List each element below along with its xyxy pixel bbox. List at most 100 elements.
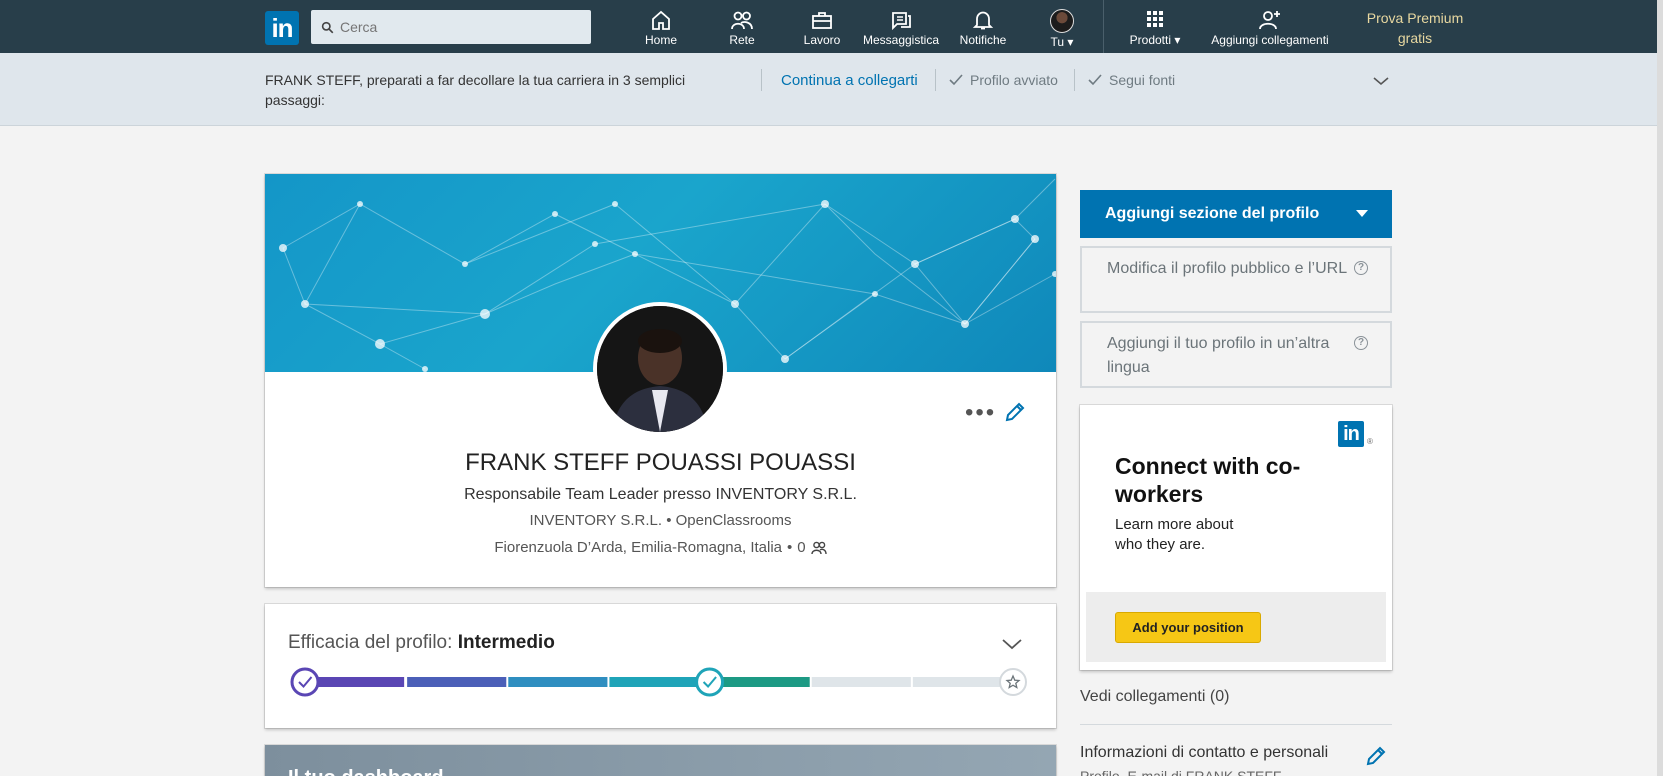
linkedin-logo: in	[1338, 421, 1364, 447]
step-profile-label: Profilo avviato	[970, 72, 1058, 88]
checkpoint-check-icon	[290, 667, 320, 697]
network-icon	[717, 9, 767, 31]
add-language-profile-label: Aggiungi il tuo profilo in un’altra ling…	[1107, 335, 1330, 376]
meter-segment	[305, 677, 405, 687]
connections-count[interactable]: 0	[797, 539, 805, 556]
nav-jobs-label: Lavoro	[803, 33, 841, 47]
messaging-icon	[862, 9, 940, 31]
top-nav: in Home Rete Lavoro Messaggistica Notifi…	[0, 0, 1663, 53]
nav-products[interactable]: Prodotti ▾	[1120, 9, 1190, 53]
meter-segment	[912, 677, 1012, 687]
edit-pencil-icon[interactable]	[1364, 744, 1388, 768]
onboarding-bar: FRANK STEFF, preparati a far decollare l…	[0, 53, 1657, 126]
nav-add-connections-label: Aggiungi collegamenti	[1211, 33, 1329, 47]
chevron-down-icon: ▾	[1171, 33, 1181, 47]
premium-line1: Prova Premium	[1366, 10, 1464, 26]
dashboard-card: Il tuo dashboard	[265, 745, 1056, 776]
profile-location-row: Fiorenzuola D’Arda, Emilia-Romagna, Ital…	[265, 539, 1056, 556]
help-icon[interactable]: ?	[1354, 336, 1368, 350]
profile-company[interactable]: INVENTORY S.R.L.	[529, 512, 662, 529]
nav-jobs[interactable]: Lavoro	[797, 9, 847, 53]
add-profile-section-label: Aggiungi sezione del profilo	[1105, 205, 1320, 222]
nav-network[interactable]: Rete	[717, 9, 767, 53]
avatar	[1050, 9, 1074, 33]
onboarding-text: FRANK STEFF, preparati a far decollare l…	[265, 72, 686, 108]
premium-line2: gratis	[1397, 30, 1433, 46]
connections-icon	[810, 541, 827, 554]
nav-notifications-label: Notifiche	[959, 33, 1007, 47]
add-language-profile-link[interactable]: Aggiungi il tuo profilo in un’altra ling…	[1080, 321, 1392, 388]
nav-home-label: Home	[644, 33, 677, 47]
chevron-down-icon[interactable]	[1373, 76, 1389, 86]
chevron-down-icon[interactable]	[1002, 638, 1022, 650]
goal-star-icon	[999, 668, 1027, 696]
more-options-button[interactable]: •••	[965, 401, 996, 425]
meter-segment	[710, 677, 810, 687]
edit-public-profile-link[interactable]: Modifica il profilo pubblico e l’URL ?	[1080, 246, 1392, 313]
divider	[935, 69, 936, 91]
help-icon[interactable]: ?	[1354, 261, 1368, 275]
profile-meta: INVENTORY S.R.L. • OpenClassrooms	[265, 512, 1056, 529]
bell-icon	[953, 9, 1013, 31]
briefcase-icon	[797, 9, 847, 31]
search-box[interactable]	[311, 10, 591, 44]
contact-info-subtitle: Profilo, E-mail di FRANK STEFF	[1080, 768, 1282, 776]
chevron-down-icon: ▾	[1064, 35, 1074, 49]
grid-icon	[1120, 9, 1190, 31]
check-icon	[1088, 74, 1102, 86]
meter-segment	[811, 677, 911, 687]
profile-location: Fiorenzuola D’Arda, Emilia-Romagna, Ital…	[494, 539, 782, 556]
add-person-icon	[1200, 9, 1340, 31]
profile-card: ••• FRANK STEFF POUASSI POUASSI Responsa…	[265, 174, 1056, 587]
profile-headline: Responsabile Team Leader presso INVENTOR…	[464, 486, 857, 503]
ad-card[interactable]: in ® Connect with co-workers Learn more …	[1080, 405, 1392, 670]
add-profile-section-button[interactable]: Aggiungi sezione del profilo	[1080, 190, 1392, 238]
nav-home[interactable]: Home	[636, 9, 686, 53]
check-icon	[949, 74, 963, 86]
continue-connecting-link[interactable]: Continua a collegarti	[781, 72, 918, 89]
meter-segment	[609, 677, 709, 687]
ad-subtitle: Learn more about who they are.	[1115, 516, 1234, 553]
edit-public-profile-label: Modifica il profilo pubblico e l’URL	[1107, 260, 1348, 277]
search-input[interactable]	[340, 19, 580, 35]
profile-name: FRANK STEFF POUASSI POUASSI	[465, 449, 856, 476]
profile-strength-card: Efficacia del profilo: Intermedio	[265, 604, 1056, 728]
profile-strength-meter	[290, 667, 1027, 697]
profile-strength-label: Efficacia del profilo:	[288, 632, 458, 653]
contact-info-title: Informazioni di contatto e personali	[1080, 744, 1329, 761]
portrait	[597, 306, 723, 432]
separator: •	[666, 512, 672, 529]
step-profile-started[interactable]: Profilo avviato	[948, 72, 1058, 88]
nav-messaging[interactable]: Messaggistica	[862, 9, 940, 53]
edit-pencil-icon[interactable]	[1003, 400, 1027, 424]
home-icon	[636, 9, 686, 31]
nav-network-label: Rete	[729, 33, 755, 47]
ad-title: Connect with co-workers	[1115, 453, 1301, 507]
nav-messaging-label: Messaggistica	[862, 33, 940, 47]
nav-add-connections[interactable]: Aggiungi collegamenti	[1200, 9, 1340, 53]
profile-photo[interactable]	[593, 302, 727, 436]
caret-down-icon	[1356, 210, 1368, 217]
linkedin-logo[interactable]: in	[265, 11, 299, 45]
dashboard-title: Il tuo dashboard	[288, 767, 444, 776]
meter-segment	[407, 677, 507, 687]
registered-mark: ®	[1367, 437, 1373, 446]
nav-me-label: Tu	[1050, 35, 1065, 49]
checkpoint-check-icon	[695, 667, 725, 697]
separator: •	[787, 539, 793, 556]
meter-segment	[508, 677, 608, 687]
scrollbar[interactable]	[1657, 0, 1663, 776]
add-position-button[interactable]: Add your position	[1115, 612, 1261, 643]
ad-footer: Add your position	[1086, 592, 1386, 662]
step-follow-sources[interactable]: Segui fonti	[1087, 72, 1175, 88]
nav-me[interactable]: Tu ▾	[1042, 9, 1082, 53]
nav-notifications[interactable]: Notifiche	[953, 9, 1013, 53]
divider	[1074, 69, 1075, 91]
profile-education[interactable]: OpenClassrooms	[676, 512, 792, 529]
search-icon	[321, 21, 334, 33]
profile-strength-level: Intermedio	[457, 632, 555, 653]
divider	[761, 69, 762, 91]
nav-divider	[1103, 0, 1104, 53]
see-connections-link[interactable]: Vedi collegamenti (0)	[1080, 688, 1229, 706]
premium-link[interactable]: Prova Premium gratis	[1355, 8, 1475, 48]
